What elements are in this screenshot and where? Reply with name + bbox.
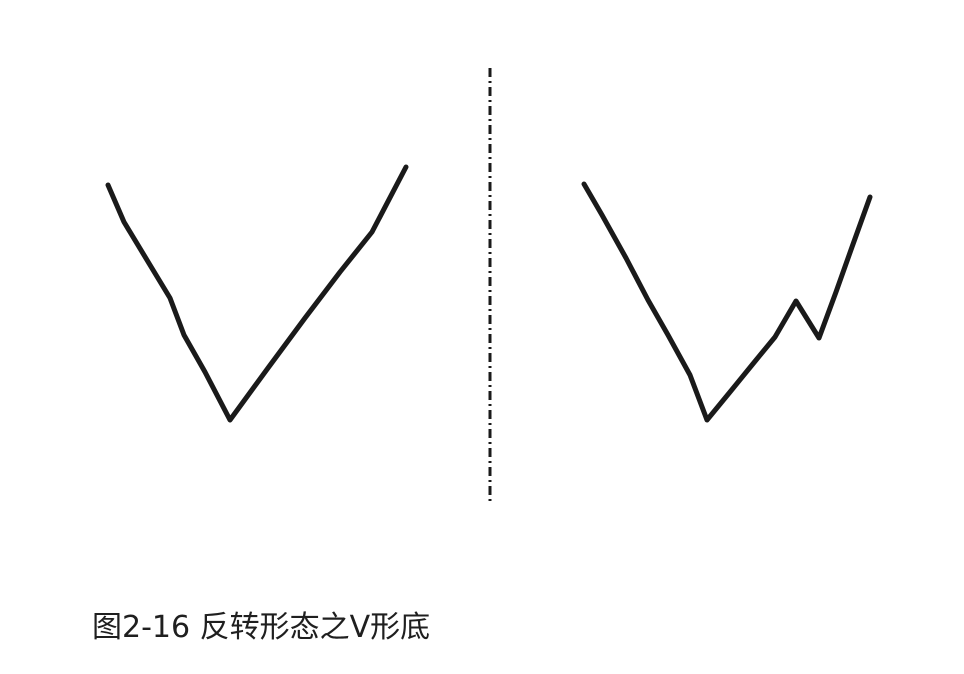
- v-bottom-diagram: [105, 68, 873, 503]
- v-shape-line: [105, 164, 409, 423]
- w-shape-line: [581, 181, 873, 423]
- figure-caption: 图2-16 反转形态之V形底: [92, 610, 431, 645]
